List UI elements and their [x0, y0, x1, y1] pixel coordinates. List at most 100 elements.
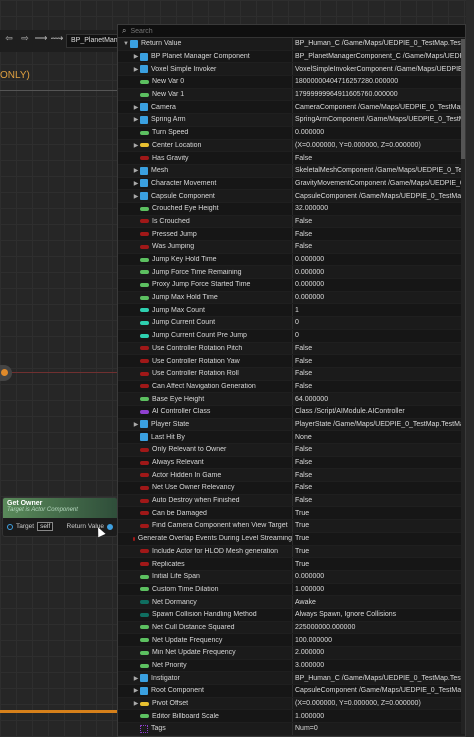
expand-arrow-icon[interactable]: ▶ — [132, 700, 140, 707]
property-row[interactable]: ▶ Voxel Simple Invoker VoxelSimpleInvokerC… — [118, 63, 465, 77]
toolbar-button-0[interactable]: ⇦ — [2, 33, 16, 49]
expand-arrow-icon[interactable]: ▶ — [132, 142, 140, 149]
search-input[interactable] — [130, 27, 431, 35]
property-row[interactable]: New Var 0 18000000404716257280.000000 — [118, 76, 465, 89]
property-value: 64.000000 — [292, 393, 465, 405]
property-row[interactable]: Jump Current Count Pre Jump 0 — [118, 329, 465, 343]
toolbar-button-1[interactable]: ⇨ — [18, 33, 32, 49]
property-row[interactable]: Generate Overlap Events During Level Str… — [118, 532, 465, 546]
property-row[interactable]: Replicates True — [118, 558, 465, 571]
expand-arrow-icon[interactable]: ▶ — [132, 180, 140, 187]
property-row[interactable]: Jump Key Hold Time 0.000000 — [118, 253, 465, 267]
property-row[interactable]: Use Controller Rotation Pitch False — [118, 342, 465, 356]
property-row[interactable]: Net Use Owner Relevancy False — [118, 482, 465, 495]
property-row[interactable]: Spawn Collision Handling Method Always Sp… — [118, 608, 465, 622]
property-row[interactable]: Find Camera Component when View Target Tr… — [118, 520, 465, 533]
property-row[interactable]: ▶ Pivot Offset (X=0.000000, Y=0.000000, Z=… — [118, 697, 465, 711]
property-row[interactable]: AI Controller Class Class /Script/AIModul… — [118, 405, 465, 419]
variable-type-icon — [140, 600, 149, 605]
property-row[interactable]: Use Controller Rotation Yaw False — [118, 355, 465, 368]
property-name-cell: New Var 1 — [118, 91, 292, 98]
property-row[interactable]: Include Actor for HLOD Mesh generation Tr… — [118, 545, 465, 559]
property-row[interactable]: Net Dormancy Awake — [118, 596, 465, 609]
object-type-icon — [140, 115, 148, 124]
property-row[interactable]: Net Update Frequency 100.000000 — [118, 634, 465, 647]
expand-arrow-icon[interactable]: ▶ — [132, 104, 140, 111]
property-row[interactable]: Has Gravity False — [118, 152, 465, 165]
expand-arrow-icon[interactable]: ▶ — [132, 167, 140, 174]
property-name-cell: Include Actor for HLOD Mesh generation — [118, 548, 292, 555]
return-value-pin[interactable]: Return Value — [67, 523, 113, 530]
property-row[interactable]: Jump Current Count 0 — [118, 317, 465, 330]
property-row[interactable]: ▶ Root Component CapsuleComponent /Game/Ma… — [118, 685, 465, 698]
property-name: Jump Key Hold Time — [152, 256, 217, 264]
property-name: Capsule Component — [151, 192, 215, 200]
scrollbar[interactable] — [461, 39, 465, 734]
property-row[interactable]: Last Hit By None — [118, 431, 465, 444]
property-row[interactable]: Is Crouched False — [118, 215, 465, 229]
property-row[interactable]: ▶ Instigator BP_Human_C /Game/Maps/UEDPIE_… — [118, 672, 465, 686]
property-value: True — [292, 558, 465, 570]
property-row[interactable]: Jump Max Count 1 — [118, 304, 465, 318]
property-value: 1.000000 — [292, 583, 465, 596]
property-row[interactable]: Proxy Jump Force Started Time 0.000000 — [118, 279, 465, 292]
property-row[interactable]: Min Net Update Frequency 2.000000 — [118, 647, 465, 660]
property-row[interactable]: Use Controller Rotation Roll False — [118, 367, 465, 381]
expand-arrow-icon[interactable]: ▶ — [132, 421, 140, 428]
property-row[interactable]: ▶ Character Movement GravityMovementCompon… — [118, 177, 465, 191]
property-row[interactable]: Pressed Jump False — [118, 228, 465, 241]
property-row[interactable]: Always Relevant False — [118, 456, 465, 470]
property-row[interactable]: Jump Max Hold Time 0.000000 — [118, 291, 465, 305]
property-row[interactable]: Initial Life Span 0.000000 — [118, 570, 465, 584]
expand-arrow-icon[interactable]: ▶ — [132, 53, 140, 60]
property-value: False — [292, 152, 465, 164]
property-name: New Var 1 — [152, 91, 185, 99]
expand-arrow-icon[interactable]: ▶ — [132, 193, 140, 200]
expand-arrow-icon[interactable]: ▶ — [132, 675, 140, 682]
scrollbar-thumb[interactable] — [461, 39, 465, 159]
property-row[interactable]: Crouched Eye Height 32.000000 — [118, 202, 465, 216]
toolbar-button-2[interactable]: ⟶ — [34, 33, 48, 49]
node-title: Get Owner — [7, 500, 43, 507]
property-row[interactable]: Net Priority 3.000000 — [118, 659, 465, 673]
expand-arrow-icon[interactable]: ▶ — [132, 116, 140, 123]
property-row[interactable]: Was Jumping False — [118, 241, 465, 254]
property-name-cell: ▶ Capsule Component — [118, 192, 292, 201]
property-row[interactable]: Jump Force Time Remaining 0.000000 — [118, 266, 465, 280]
property-row[interactable]: ▶ Capsule Component CapsuleComponent /Game… — [118, 190, 465, 203]
property-name: Has Gravity — [152, 154, 189, 162]
property-name-cell: AI Controller Class — [118, 408, 292, 415]
property-row[interactable]: Auto Destroy when Finished False — [118, 494, 465, 508]
property-row[interactable]: Only Relevant to Owner False — [118, 444, 465, 457]
property-row[interactable]: ▶ Player State PlayerState /Game/Maps/UEDP… — [118, 418, 465, 432]
property-row[interactable]: New Var 1 17999999964911605760.000000 — [118, 88, 465, 102]
inspect-popup[interactable]: ⌕ ▼ Return Value BP_Human_C /Game/Maps/UED… — [117, 24, 466, 737]
toolbar-button-3[interactable]: ⟿ — [50, 33, 64, 49]
property-row[interactable]: ▶ BP Planet Manager Component BP_PlanetMan… — [118, 50, 465, 64]
property-row[interactable]: Can be Damaged True — [118, 507, 465, 521]
expand-arrow-icon[interactable]: ▼ — [122, 41, 130, 47]
property-row[interactable]: Editor Billboard Scale 1.000000 — [118, 710, 465, 724]
property-value: BP_Human_C /Game/Maps/UEDPIE_0_TestMap.T… — [292, 672, 465, 685]
property-row[interactable]: Custom Time Dilation 1.000000 — [118, 583, 465, 597]
property-row[interactable]: ▶ Center Location (X=0.000000, Y=0.000000,… — [118, 139, 465, 153]
expand-arrow-icon[interactable]: ▶ — [132, 66, 140, 73]
target-pin[interactable]: Target self — [7, 522, 54, 531]
property-row[interactable]: Actor Hidden In Game False — [118, 469, 465, 483]
property-row[interactable]: ▼ Return Value BP_Human_C /Game/Maps/UEDPI… — [118, 38, 465, 51]
expand-arrow-icon[interactable]: ▶ — [132, 687, 140, 694]
node-subtitle: Target is Actor Component — [7, 507, 78, 513]
property-row[interactable]: ▶ Spring Arm SpringArmComponent /Game/Maps… — [118, 114, 465, 127]
property-row[interactable]: Tags Num=0 — [118, 723, 465, 736]
property-row[interactable]: ▶ Mesh SkeletalMeshComponent /Game/Maps/UE… — [118, 164, 465, 178]
property-value: 2.000000 — [292, 647, 465, 659]
blueprint-tab[interactable]: BP_PlanetMan — [66, 34, 123, 48]
property-name: Pivot Offset — [152, 700, 189, 708]
property-row[interactable]: ▶ Camera CameraComponent /Game/Maps/UEDPIE… — [118, 101, 465, 115]
property-name-cell: Initial Life Span — [118, 573, 292, 580]
variable-type-icon — [140, 346, 149, 351]
property-row[interactable]: Net Cull Distance Squared 225000000.00000… — [118, 621, 465, 635]
property-row[interactable]: Can Affect Navigation Generation False — [118, 380, 465, 394]
property-row[interactable]: Base Eye Height 64.000000 — [118, 393, 465, 406]
property-row[interactable]: Turn Speed 0.000000 — [118, 126, 465, 140]
